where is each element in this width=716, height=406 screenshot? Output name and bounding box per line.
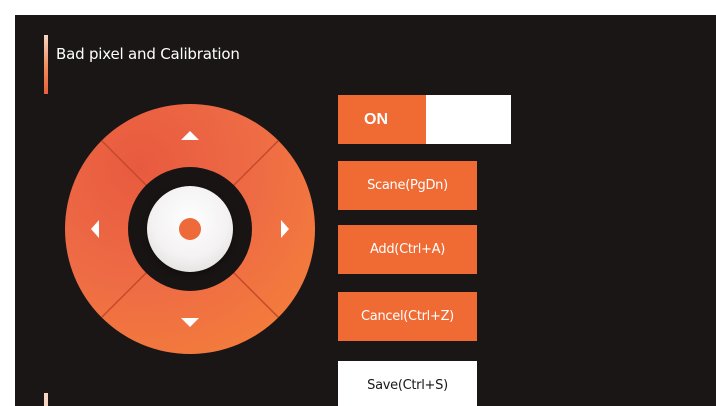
arrow-left-icon bbox=[91, 220, 99, 238]
add-button[interactable]: Add(Ctrl+A) bbox=[338, 225, 477, 274]
save-button[interactable]: Save(Ctrl+S) bbox=[338, 361, 477, 406]
arrow-up-button[interactable] bbox=[174, 123, 206, 147]
arrow-up-icon bbox=[181, 131, 199, 140]
section-title: Bad pixel and Calibration bbox=[56, 45, 240, 63]
arrow-down-button[interactable] bbox=[174, 311, 206, 335]
center-dot-icon bbox=[179, 218, 201, 240]
arrow-right-icon bbox=[281, 220, 289, 238]
direction-pad bbox=[65, 104, 315, 354]
arrow-right-button[interactable] bbox=[273, 213, 297, 245]
arrow-down-icon bbox=[181, 318, 199, 327]
center-button[interactable] bbox=[147, 186, 233, 272]
on-off-toggle[interactable]: ON bbox=[338, 95, 511, 144]
arrow-left-button[interactable] bbox=[83, 213, 107, 245]
section-accent-bar bbox=[44, 35, 48, 94]
toggle-on-label: ON bbox=[338, 95, 426, 144]
scane-button[interactable]: Scane(PgDn) bbox=[338, 161, 477, 210]
calibration-panel: Bad pixel and Calibration ON Scane(PgDn)… bbox=[15, 15, 716, 406]
cancel-button[interactable]: Cancel(Ctrl+Z) bbox=[338, 292, 477, 341]
next-section-accent-bar bbox=[44, 393, 48, 406]
